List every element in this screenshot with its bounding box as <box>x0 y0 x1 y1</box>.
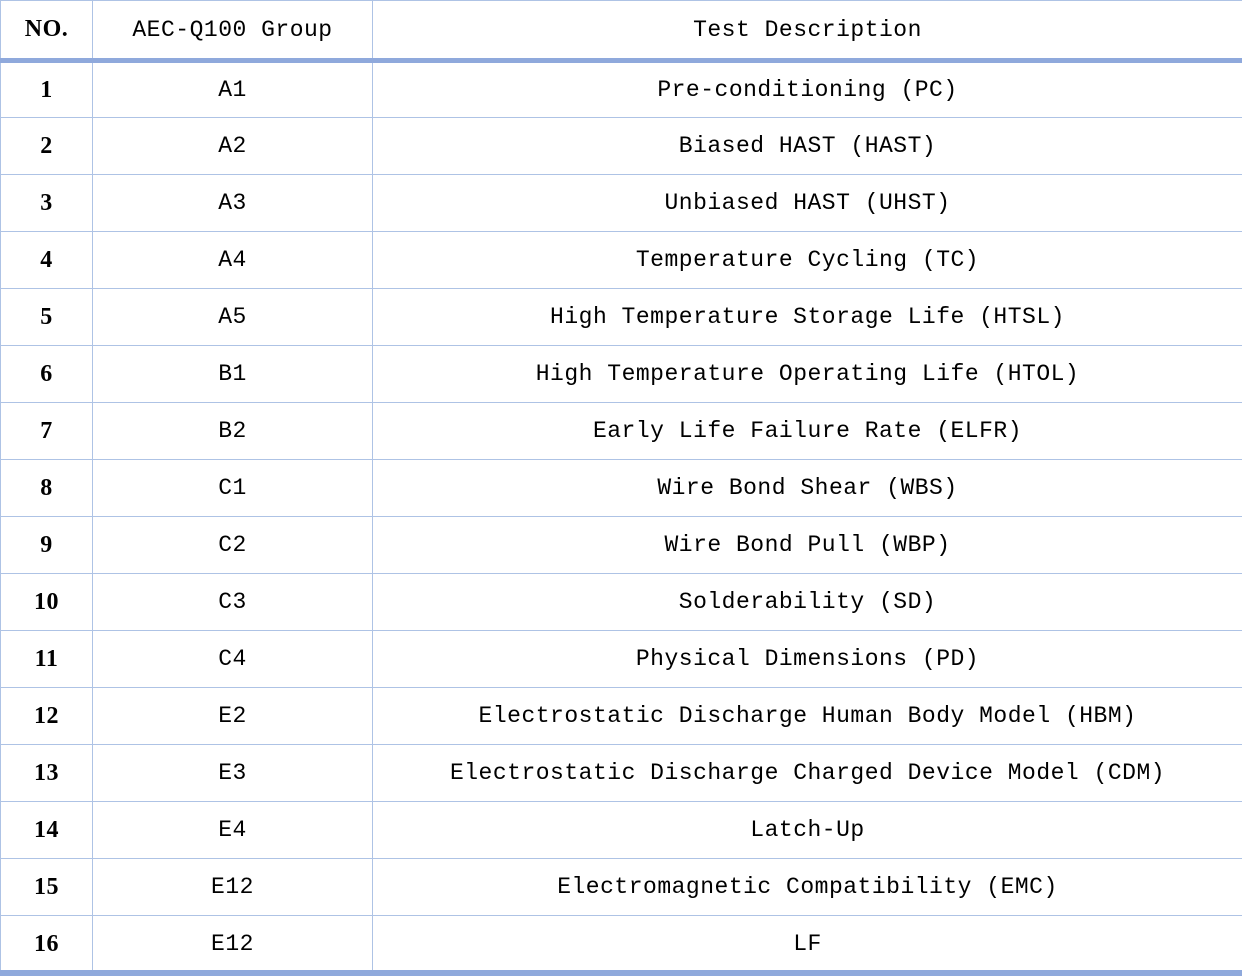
cell-no: 3 <box>1 175 93 232</box>
table-row: 14 E4 Latch-Up <box>1 802 1242 859</box>
cell-no: 4 <box>1 232 93 289</box>
document-page: NO. AEC-Q100 Group Test Description 1 A1… <box>0 0 1242 976</box>
cell-description: Wire Bond Shear (WBS) <box>373 460 1242 517</box>
table-header: NO. AEC-Q100 Group Test Description <box>1 1 1242 61</box>
header-row: NO. AEC-Q100 Group Test Description <box>1 1 1242 61</box>
header-cell-group: AEC-Q100 Group <box>93 1 373 61</box>
cell-no: 15 <box>1 859 93 916</box>
cell-group: E4 <box>93 802 373 859</box>
cell-no: 2 <box>1 118 93 175</box>
cell-no: 1 <box>1 61 93 118</box>
cell-no: 12 <box>1 688 93 745</box>
cell-no: 6 <box>1 346 93 403</box>
cell-group: A2 <box>93 118 373 175</box>
cell-group: A4 <box>93 232 373 289</box>
cell-description: Wire Bond Pull (WBP) <box>373 517 1242 574</box>
cell-group: E12 <box>93 859 373 916</box>
table-body: 1 A1 Pre-conditioning (PC) 2 A2 Biased H… <box>1 61 1242 973</box>
cell-no: 13 <box>1 745 93 802</box>
cell-description: High Temperature Storage Life (HTSL) <box>373 289 1242 346</box>
cell-no: 5 <box>1 289 93 346</box>
table-row: 5 A5 High Temperature Storage Life (HTSL… <box>1 289 1242 346</box>
cell-no: 7 <box>1 403 93 460</box>
cell-description: Electrostatic Discharge Human Body Model… <box>373 688 1242 745</box>
table-row: 16 E12 LF <box>1 916 1242 973</box>
cell-group: A5 <box>93 289 373 346</box>
header-cell-no: NO. <box>1 1 93 61</box>
cell-group: A1 <box>93 61 373 118</box>
table-row: 13 E3 Electrostatic Discharge Charged De… <box>1 745 1242 802</box>
table-row: 6 B1 High Temperature Operating Life (HT… <box>1 346 1242 403</box>
table-row: 3 A3 Unbiased HAST (UHST) <box>1 175 1242 232</box>
cell-group: E12 <box>93 916 373 973</box>
cell-description: LF <box>373 916 1242 973</box>
table-row: 4 A4 Temperature Cycling (TC) <box>1 232 1242 289</box>
cell-description: Temperature Cycling (TC) <box>373 232 1242 289</box>
cell-group: E2 <box>93 688 373 745</box>
cell-no: 14 <box>1 802 93 859</box>
cell-group: C1 <box>93 460 373 517</box>
cell-group: C2 <box>93 517 373 574</box>
cell-description: Early Life Failure Rate (ELFR) <box>373 403 1242 460</box>
cell-description: Electrostatic Discharge Charged Device M… <box>373 745 1242 802</box>
cell-no: 16 <box>1 916 93 973</box>
table-row: 7 B2 Early Life Failure Rate (ELFR) <box>1 403 1242 460</box>
cell-group: C4 <box>93 631 373 688</box>
table-row: 9 C2 Wire Bond Pull (WBP) <box>1 517 1242 574</box>
aec-q100-test-table: NO. AEC-Q100 Group Test Description 1 A1… <box>0 0 1242 973</box>
cell-description: Pre-conditioning (PC) <box>373 61 1242 118</box>
cell-group: B1 <box>93 346 373 403</box>
cell-group: E3 <box>93 745 373 802</box>
cell-description: Unbiased HAST (UHST) <box>373 175 1242 232</box>
cell-group: A3 <box>93 175 373 232</box>
cell-description: Electromagnetic Compatibility (EMC) <box>373 859 1242 916</box>
cell-description: Biased HAST (HAST) <box>373 118 1242 175</box>
table-row: 15 E12 Electromagnetic Compatibility (EM… <box>1 859 1242 916</box>
cell-description: Physical Dimensions (PD) <box>373 631 1242 688</box>
cell-no: 9 <box>1 517 93 574</box>
cell-no: 8 <box>1 460 93 517</box>
cell-no: 11 <box>1 631 93 688</box>
cell-description: Solderability (SD) <box>373 574 1242 631</box>
cell-group: B2 <box>93 403 373 460</box>
table-row: 1 A1 Pre-conditioning (PC) <box>1 61 1242 118</box>
cell-description: Latch-Up <box>373 802 1242 859</box>
table-row: 8 C1 Wire Bond Shear (WBS) <box>1 460 1242 517</box>
table-row: 12 E2 Electrostatic Discharge Human Body… <box>1 688 1242 745</box>
table-row: 10 C3 Solderability (SD) <box>1 574 1242 631</box>
cell-description: High Temperature Operating Life (HTOL) <box>373 346 1242 403</box>
cell-no: 10 <box>1 574 93 631</box>
header-cell-description: Test Description <box>373 1 1242 61</box>
cell-group: C3 <box>93 574 373 631</box>
table-row: 11 C4 Physical Dimensions (PD) <box>1 631 1242 688</box>
table-row: 2 A2 Biased HAST (HAST) <box>1 118 1242 175</box>
